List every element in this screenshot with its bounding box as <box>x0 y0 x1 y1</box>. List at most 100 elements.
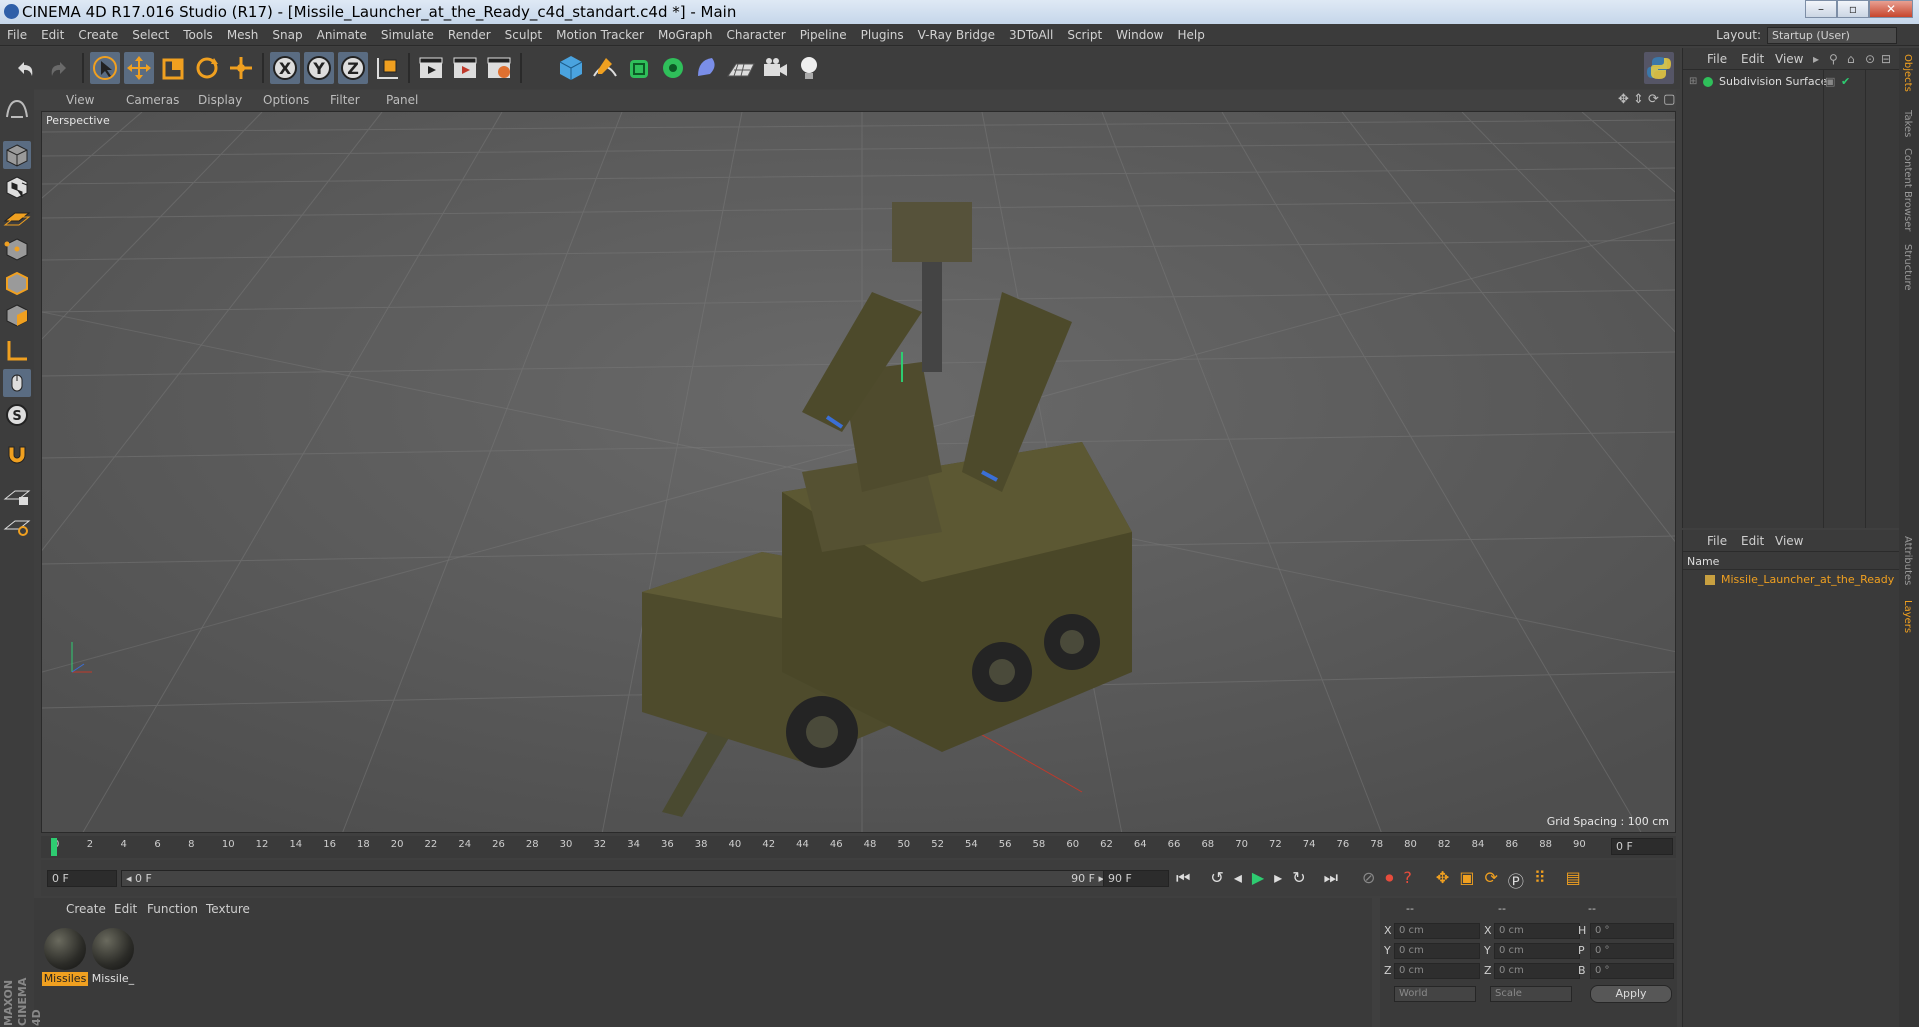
rotate-tool-icon[interactable] <box>192 52 222 84</box>
go-to-start-icon[interactable]: ⏮ <box>1176 868 1190 892</box>
tab-content-browser[interactable]: Content Browser <box>1902 148 1913 231</box>
go-to-end-icon[interactable]: ⏭ <box>1324 868 1338 892</box>
menu-simulate[interactable]: Simulate <box>374 24 441 46</box>
menu-script[interactable]: Script <box>1060 24 1109 46</box>
material-swatch-missiles[interactable]: Missiles <box>42 926 88 988</box>
object-panel-toggle-icon[interactable]: ⊟ <box>1881 48 1891 70</box>
light-icon[interactable] <box>794 52 824 84</box>
menu-tools[interactable]: Tools <box>176 24 220 46</box>
menu-pipeline[interactable]: Pipeline <box>793 24 854 46</box>
key-pla-icon[interactable]: ⠿ <box>1534 868 1546 892</box>
minimize-button[interactable]: – <box>1805 0 1837 18</box>
texture-mode-icon[interactable] <box>3 173 31 201</box>
position-y-field[interactable]: 0 cm <box>1394 943 1480 959</box>
rotation-p-field[interactable]: 0 ° <box>1590 943 1674 959</box>
y-axis-lock-icon[interactable]: Y <box>304 52 334 84</box>
menu-render[interactable]: Render <box>441 24 498 46</box>
close-button[interactable]: ✕ <box>1869 0 1913 18</box>
menu-plugins[interactable]: Plugins <box>854 24 911 46</box>
playhead[interactable] <box>51 838 57 856</box>
material-menu-edit[interactable]: Edit <box>114 898 137 920</box>
frame-range-slider[interactable]: ◂ 0 F 90 F ▸ <box>121 870 1111 887</box>
move-tool-icon[interactable] <box>124 52 154 84</box>
menu-create[interactable]: Create <box>71 24 125 46</box>
tab-attributes[interactable]: Attributes <box>1902 536 1913 585</box>
key-parameter-icon[interactable]: Ⓟ <box>1508 868 1524 892</box>
viewport-menu-panel[interactable]: Panel <box>386 90 418 110</box>
timeline-ruler[interactable]: 0246810121416182022242628303234363840424… <box>41 836 1676 858</box>
render-view-icon[interactable] <box>416 52 446 84</box>
start-frame-field[interactable]: 0 F <box>47 870 117 887</box>
menu-mograph[interactable]: MoGraph <box>651 24 720 46</box>
menu-edit[interactable]: Edit <box>34 24 71 46</box>
make-editable-icon[interactable] <box>3 95 31 123</box>
menu-animate[interactable]: Animate <box>310 24 374 46</box>
tab-layers[interactable]: Layers <box>1902 600 1913 633</box>
apply-button[interactable]: Apply <box>1590 985 1672 1003</box>
position-x-field[interactable]: 0 cm <box>1394 923 1480 939</box>
object-row-subdivision-surface[interactable]: ⊞ Subdivision Surface ▣ ✔ <box>1683 74 1900 92</box>
lock-workplane-icon[interactable] <box>3 481 31 509</box>
points-mode-icon[interactable] <box>3 235 31 263</box>
x-axis-lock-icon[interactable]: X <box>270 52 300 84</box>
play-forward-icon[interactable]: ▶ <box>1252 868 1264 892</box>
redo-button[interactable] <box>44 52 74 84</box>
polygons-mode-icon[interactable] <box>3 301 31 329</box>
menu-sculpt[interactable]: Sculpt <box>498 24 549 46</box>
menu-mesh[interactable]: Mesh <box>220 24 266 46</box>
size-x-field[interactable]: 0 cm <box>1494 923 1580 939</box>
cube-primitive-icon[interactable] <box>556 52 586 84</box>
floor-icon[interactable] <box>726 52 756 84</box>
size-mode-dropdown[interactable]: Scale <box>1490 986 1572 1002</box>
tweak-mode-icon[interactable] <box>3 369 31 397</box>
key-rotation-icon[interactable]: ⟳ <box>1484 868 1497 892</box>
previous-key-icon[interactable]: ↺ <box>1210 868 1223 892</box>
next-key-icon[interactable]: ↻ <box>1292 868 1305 892</box>
tab-objects[interactable]: Objects <box>1902 54 1913 92</box>
menu-3dtoall[interactable]: 3DToAll <box>1002 24 1060 46</box>
enabled-check-icon[interactable]: ✔ <box>1841 75 1850 88</box>
render-picture-viewer-icon[interactable] <box>450 52 480 84</box>
snapping-icon[interactable] <box>3 439 31 467</box>
render-settings-icon[interactable] <box>484 52 514 84</box>
material-menu-texture[interactable]: Texture <box>206 898 250 920</box>
viewport-menu-display[interactable]: Display <box>198 90 242 110</box>
planar-workplane-icon[interactable] <box>3 511 31 539</box>
size-y-field[interactable]: 0 cm <box>1494 943 1580 959</box>
next-frame-icon[interactable]: ▸ <box>1274 868 1282 892</box>
camera-icon[interactable] <box>760 52 790 84</box>
layer-row[interactable]: Missile_Launcher_at_the_Ready <box>1683 572 1900 588</box>
menu-select[interactable]: Select <box>125 24 176 46</box>
model-mode-icon[interactable] <box>3 141 31 169</box>
object-menu-more-icon[interactable]: ▸ <box>1813 48 1819 70</box>
material-menu-function[interactable]: Function <box>147 898 198 920</box>
cloner-icon[interactable] <box>658 52 688 84</box>
key-scale-icon[interactable]: ▣ <box>1459 868 1474 892</box>
viewport-menu-cameras[interactable]: Cameras <box>126 90 179 110</box>
workplane-icon[interactable] <box>3 203 31 231</box>
menu-snap[interactable]: Snap <box>265 24 309 46</box>
undo-button[interactable] <box>10 52 40 84</box>
tab-structure[interactable]: Structure <box>1902 244 1913 291</box>
layer-menu-file[interactable]: File <box>1707 530 1727 552</box>
select-tool-icon[interactable] <box>90 52 120 84</box>
record-keys-icon[interactable]: ⊘ <box>1362 868 1375 892</box>
viewport-menu-filter[interactable]: Filter <box>330 90 360 110</box>
menu-help[interactable]: Help <box>1170 24 1211 46</box>
scale-tool-icon[interactable] <box>158 52 188 84</box>
menu-file[interactable]: File <box>0 24 34 46</box>
viewport-menu-view[interactable]: View <box>66 90 94 110</box>
expand-toggle-icon[interactable]: ⊞ <box>1689 76 1697 87</box>
menu-character[interactable]: Character <box>719 24 792 46</box>
menu-motion-tracker[interactable]: Motion Tracker <box>549 24 651 46</box>
rotation-h-field[interactable]: 0 ° <box>1590 923 1674 939</box>
viewport-menu-options[interactable]: Options <box>263 90 309 110</box>
layer-menu-edit[interactable]: Edit <box>1741 530 1764 552</box>
axis-mode-icon[interactable] <box>3 337 31 365</box>
size-z-field[interactable]: 0 cm <box>1494 963 1580 979</box>
z-axis-lock-icon[interactable]: Z <box>338 52 368 84</box>
perspective-viewport[interactable]: Perspective Grid Spacing : 100 cm <box>41 111 1676 833</box>
material-menu-create[interactable]: Create <box>66 898 106 920</box>
deformer-icon[interactable] <box>692 52 722 84</box>
object-search-icon[interactable]: ⚲ <box>1829 48 1838 70</box>
